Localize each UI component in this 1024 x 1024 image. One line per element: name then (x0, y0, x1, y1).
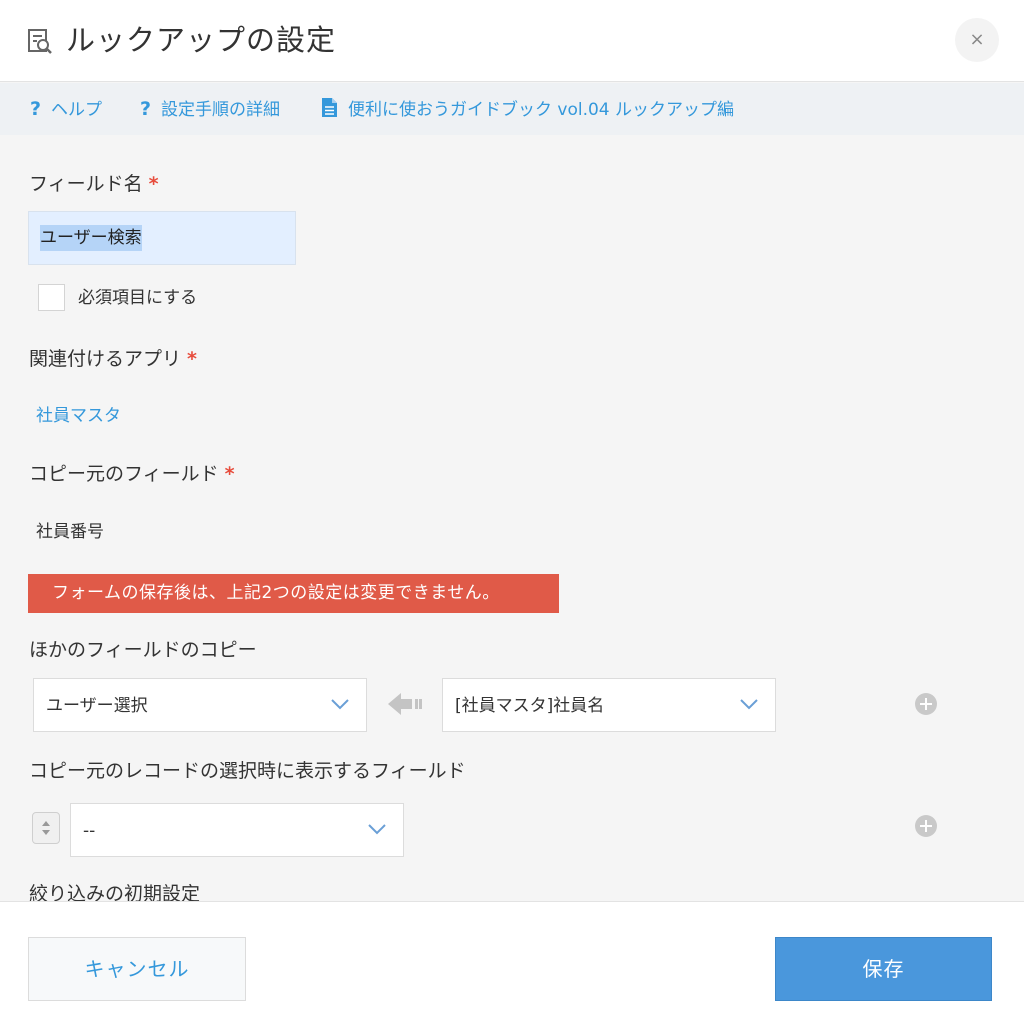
help-links-bar: ? ヘルプ ? 設定手順の詳細 便利に使おうガイドブック vol.04 ルックアップ… (0, 83, 1024, 135)
source-field-label-text: コピー元のフィールド (29, 463, 219, 485)
close-button[interactable]: × (955, 18, 999, 62)
copy-target-select[interactable]: ユーザー選択 (33, 678, 367, 732)
settings-form[interactable]: フィールド名 * ユーザー検索 必須項目にする 関連付けるアプリ * 社員マスタ コ… (0, 136, 1024, 901)
chevron-down-icon (368, 824, 386, 835)
copy-source-select[interactable]: [社員マスタ]社員名 (442, 678, 776, 732)
add-copy-field-button[interactable] (915, 693, 937, 715)
cancel-button[interactable]: キャンセル (28, 937, 246, 1001)
required-checkbox-label[interactable]: 必須項目にする (78, 286, 197, 310)
copy-source-value: [社員マスタ]社員名 (455, 696, 605, 716)
procedure-link-label: 設定手順の詳細 (161, 100, 281, 120)
required-checkbox[interactable] (38, 284, 65, 311)
related-app-label: 関連付けるアプリ * (29, 345, 197, 373)
save-button[interactable]: 保存 (775, 937, 992, 1001)
lookup-search-icon (28, 29, 52, 54)
source-field-label: コピー元のフィールド * (29, 460, 235, 488)
question-icon: ? (30, 98, 42, 120)
question-icon: ? (140, 98, 152, 120)
sort-handle[interactable] (32, 812, 60, 844)
help-link[interactable]: ? ヘルプ (30, 97, 102, 122)
chevron-down-icon (740, 699, 758, 710)
field-name-input[interactable]: ユーザー検索 (28, 211, 296, 265)
display-fields-label: コピー元のレコードの選択時に表示するフィールド (29, 760, 466, 782)
field-name-label: フィールド名 * (29, 170, 159, 198)
document-icon (322, 98, 337, 117)
field-name-label-text: フィールド名 (29, 173, 143, 195)
guidebook-link[interactable]: 便利に使おうガイドブック vol.04 ルックアップ編 (321, 97, 734, 122)
sort-arrows-icon (42, 821, 50, 835)
copy-target-value: ユーザー選択 (46, 696, 148, 716)
chevron-down-icon (331, 699, 349, 710)
guidebook-link-label: 便利に使おうガイドブック vol.04 ルックアップ編 (348, 100, 735, 120)
filter-default-label: 絞り込みの初期設定 (29, 883, 201, 901)
dialog-footer: キャンセル 保存 (0, 901, 1024, 1024)
related-app-link[interactable]: 社員マスタ (36, 403, 121, 429)
dialog-header: ルックアップの設定 × (0, 0, 1024, 82)
field-name-value: ユーザー検索 (40, 225, 142, 251)
field-copy-label: ほかのフィールドのコピー (29, 639, 257, 661)
arrow-left-icon (388, 693, 422, 715)
required-mark: * (187, 348, 197, 370)
required-mark: * (224, 463, 235, 485)
warning-banner: フォームの保存後は、上記2つの設定は変更できません。 (28, 574, 559, 613)
display-field-value: -- (83, 821, 96, 841)
add-display-field-button[interactable] (915, 815, 937, 837)
procedure-detail-link[interactable]: ? 設定手順の詳細 (140, 97, 280, 122)
required-mark: * (148, 173, 159, 195)
display-field-select[interactable]: -- (70, 803, 404, 857)
source-field-value: 社員番号 (36, 522, 104, 542)
dialog-title: ルックアップの設定 (66, 23, 337, 57)
related-app-label-text: 関連付けるアプリ (29, 348, 182, 370)
help-link-label: ヘルプ (51, 100, 103, 120)
